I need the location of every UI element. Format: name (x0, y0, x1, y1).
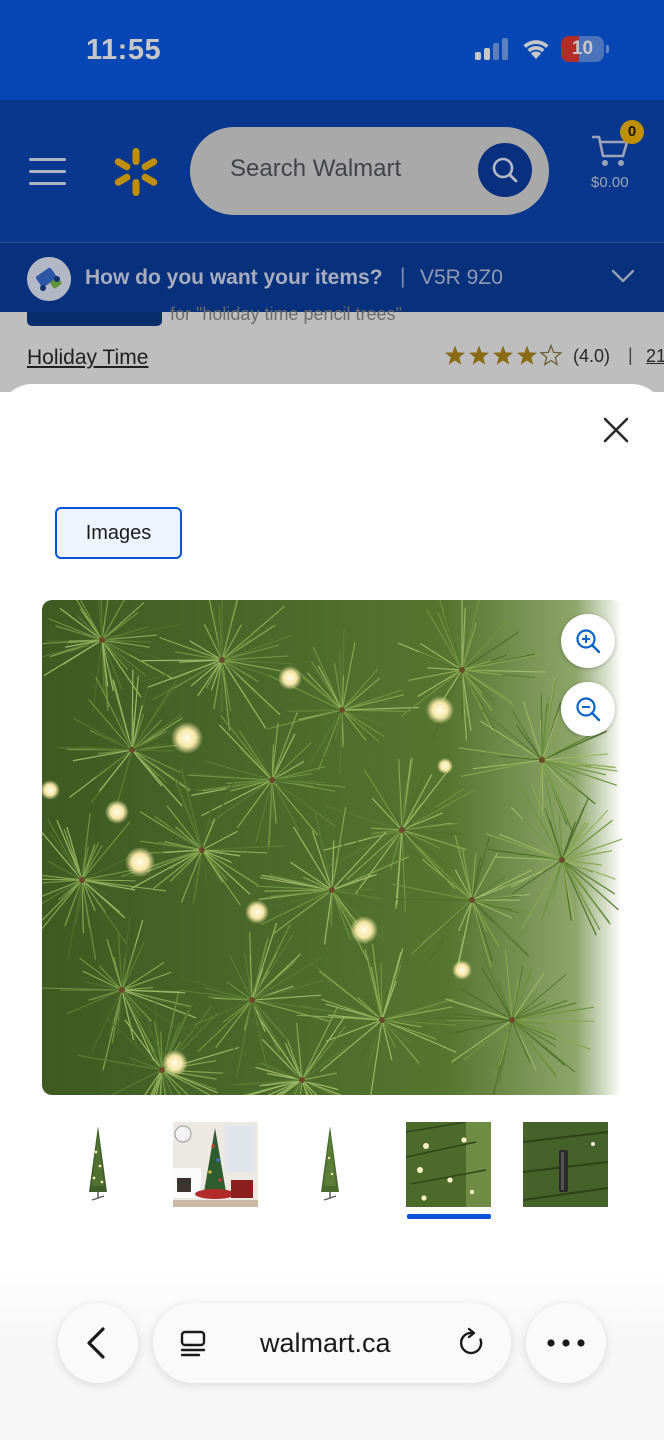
reload-icon[interactable] (456, 1327, 488, 1359)
chevron-left-icon (87, 1327, 105, 1359)
living-room-tree-thumbnail (173, 1122, 258, 1207)
main-product-image[interactable] (42, 600, 622, 1095)
thumbnail-3[interactable] (288, 1122, 373, 1207)
tree-branch-closeup-image (42, 600, 622, 1095)
pencil-tree-unlit-thumbnail (321, 1126, 339, 1201)
modal-backdrop[interactable] (0, 0, 664, 392)
more-options-button[interactable] (526, 1303, 606, 1383)
branch-lights-thumbnail (406, 1122, 491, 1207)
address-bar[interactable]: walmart.ca (153, 1303, 511, 1383)
thumbnail-4[interactable] (406, 1122, 491, 1207)
zoom-in-button[interactable] (561, 614, 615, 668)
tab-images[interactable]: Images (55, 507, 182, 559)
pencil-tree-thumbnail (89, 1126, 107, 1201)
thumbnail-2[interactable] (173, 1122, 258, 1207)
ellipsis-icon (547, 1339, 585, 1347)
zoom-in-icon (576, 629, 601, 654)
page-menu-icon[interactable] (177, 1327, 209, 1359)
zoom-out-button[interactable] (561, 682, 615, 736)
selected-thumbnail-indicator (407, 1214, 491, 1219)
url-text: walmart.ca (260, 1328, 391, 1358)
thumbnail-1[interactable] (56, 1122, 141, 1207)
zoom-out-icon (576, 697, 601, 722)
close-icon[interactable] (598, 412, 634, 448)
trunk-pole-thumbnail (523, 1122, 608, 1207)
browser-back-button[interactable] (58, 1303, 138, 1383)
thumbnail-5[interactable] (523, 1122, 608, 1207)
